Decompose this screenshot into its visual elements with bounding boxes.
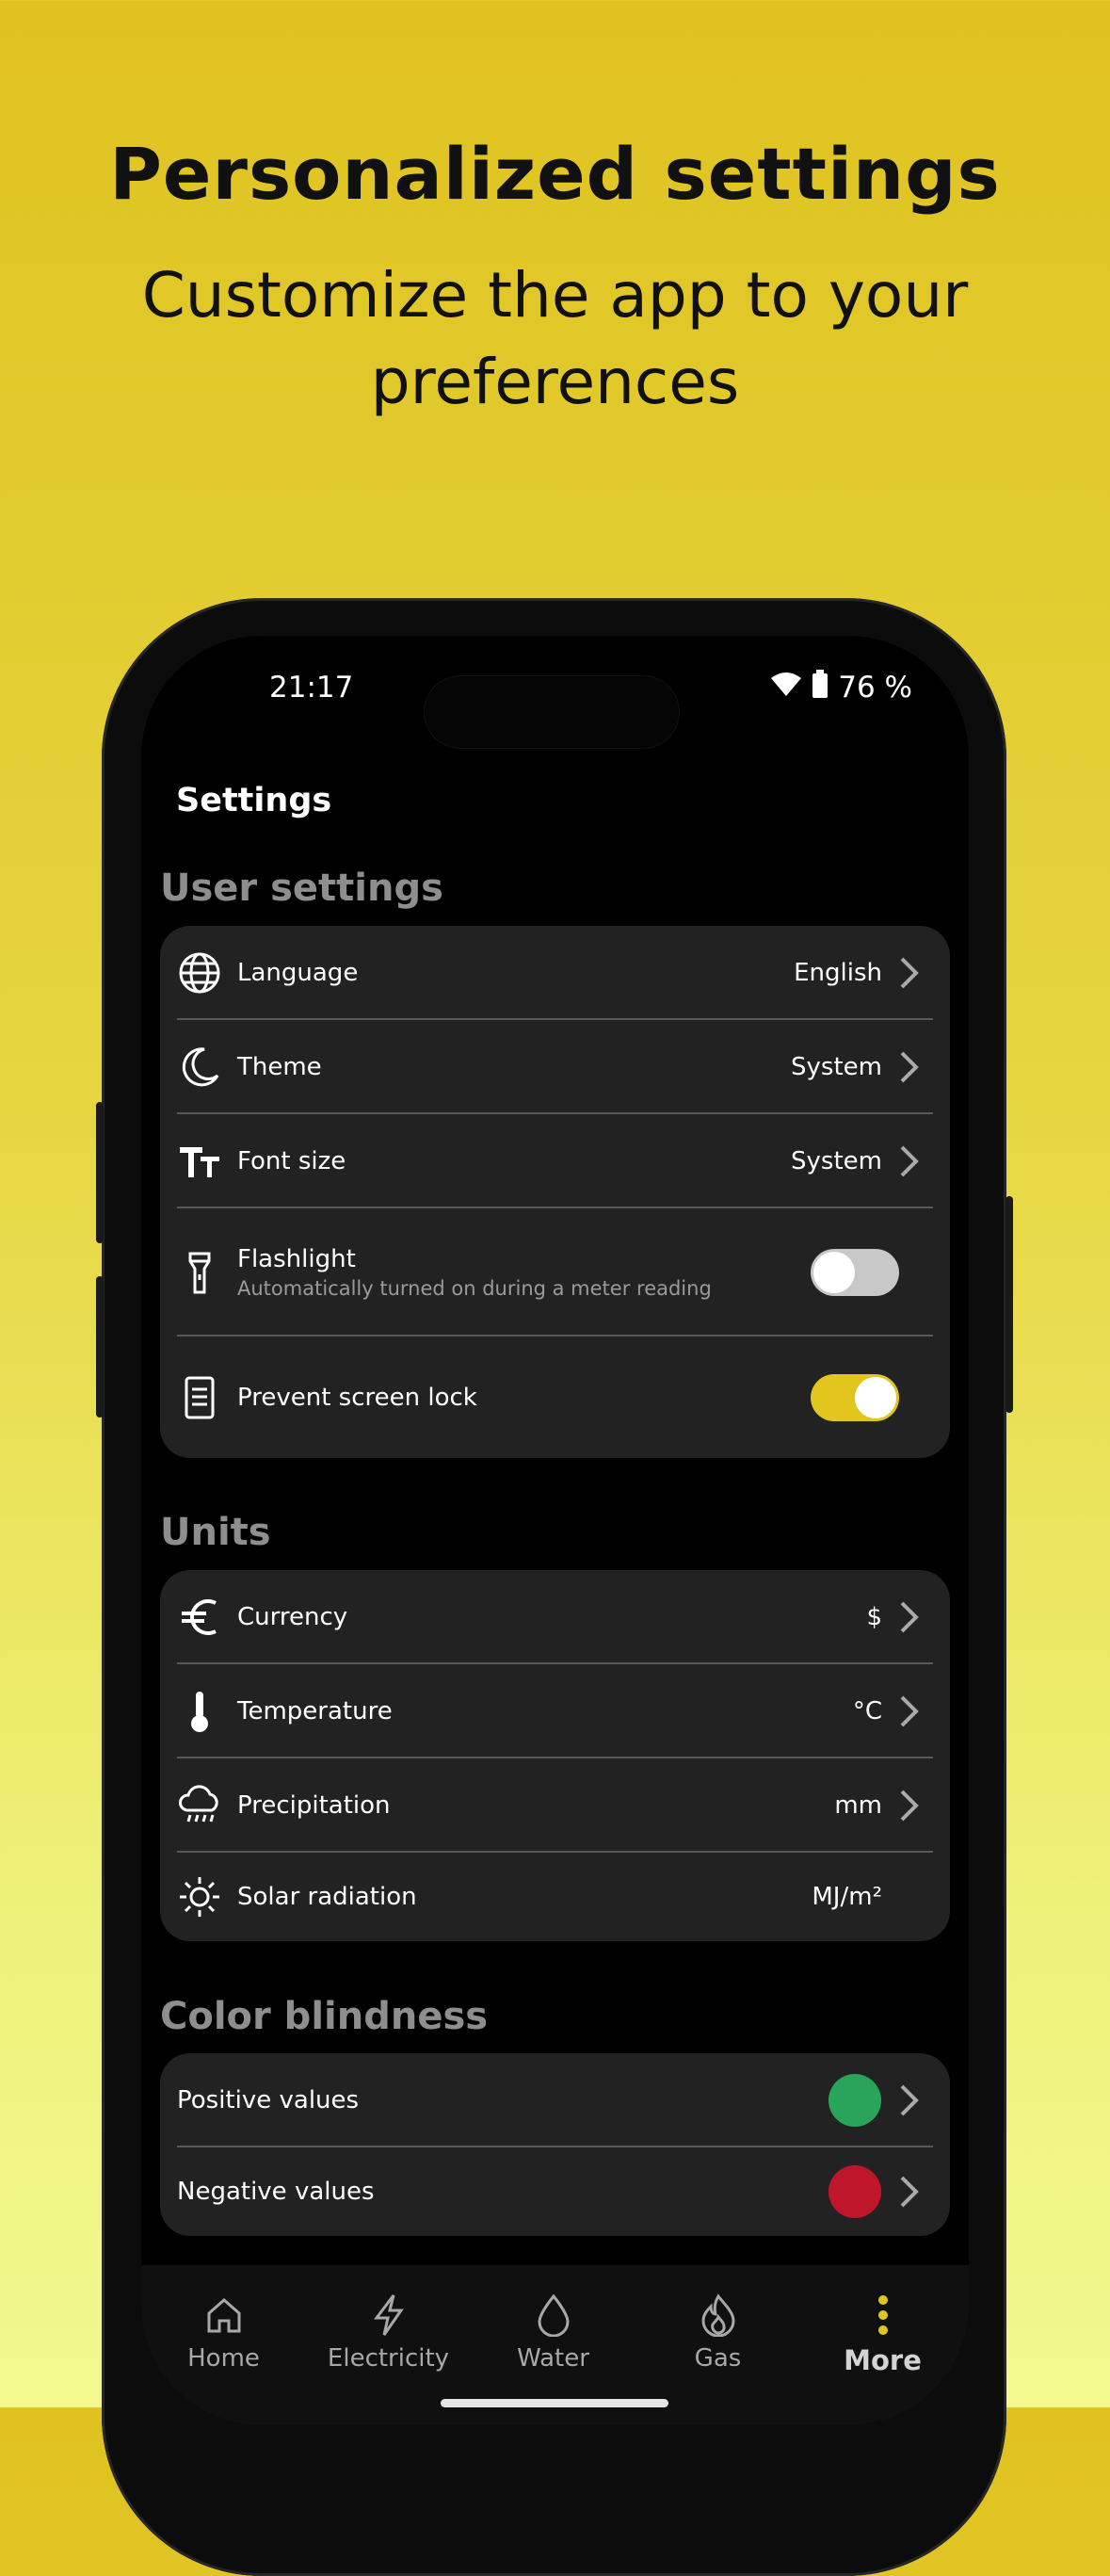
theme-value: System (791, 1053, 882, 1081)
precipitation-label: Precipitation (237, 1791, 391, 1820)
lightning-icon (306, 2292, 471, 2339)
currency-row[interactable]: Currency $ (160, 1570, 950, 1664)
euro-icon (177, 1595, 222, 1640)
text-size-icon (177, 1139, 222, 1184)
tab-gas-label: Gas (694, 2344, 742, 2373)
toggle-knob (813, 1252, 855, 1293)
precipitation-row[interactable]: Precipitation mm (160, 1758, 950, 1853)
home-indicator[interactable] (441, 2399, 668, 2407)
thermometer-icon (177, 1689, 222, 1734)
prevent-screen-lock-row: Prevent screen lock (160, 1337, 950, 1458)
font-size-label: Font size (237, 1147, 346, 1175)
toggle-knob (855, 1376, 896, 1418)
battery-level: 76 % (838, 671, 912, 705)
chevron-right-icon (895, 1598, 924, 1636)
chevron-right-icon (895, 1787, 924, 1824)
section-title-units: Units (160, 1511, 271, 1554)
tab-water[interactable]: Water (471, 2292, 635, 2373)
font-size-row[interactable]: Font size System (160, 1114, 950, 1208)
tab-electricity-label: Electricity (327, 2344, 450, 2373)
positive-values-label: Positive values (177, 2086, 360, 2114)
font-size-value: System (791, 1147, 882, 1175)
positive-color-swatch (828, 2074, 881, 2127)
tab-home-label: Home (187, 2344, 260, 2373)
negative-values-row[interactable]: Negative values (160, 2147, 950, 2236)
section-title-user-settings: User settings (160, 867, 443, 910)
battery-icon (812, 670, 828, 705)
flashlight-icon (177, 1250, 222, 1295)
dynamic-island (424, 675, 680, 749)
user-settings-card: Language English Theme System Font size … (160, 926, 950, 1458)
prevent-screen-lock-label: Prevent screen lock (237, 1383, 477, 1412)
promo-headline: Personalized settings (109, 132, 1001, 216)
tab-electricity[interactable]: Electricity (306, 2292, 471, 2373)
moon-icon (177, 1045, 222, 1090)
chevron-right-icon (895, 1142, 924, 1180)
chevron-right-icon (895, 2082, 924, 2119)
more-vertical-icon (800, 2292, 965, 2339)
solar-radiation-row: Solar radiation MJ/m² (160, 1853, 950, 1941)
phone-side-button (1005, 1196, 1013, 1413)
language-row[interactable]: Language English (160, 926, 950, 1020)
status-icons: 76 % (770, 670, 912, 705)
rain-cloud-icon (177, 1783, 222, 1828)
temperature-label: Temperature (237, 1697, 393, 1725)
precipitation-value: mm (834, 1791, 882, 1820)
temperature-row[interactable]: Temperature °C (160, 1664, 950, 1758)
solar-radiation-value: MJ/m² (812, 1883, 882, 1911)
negative-color-swatch (828, 2165, 881, 2218)
sun-icon (177, 1874, 222, 1920)
prevent-screen-lock-toggle[interactable] (811, 1373, 899, 1421)
language-value: English (794, 959, 882, 987)
flashlight-row: Flashlight Automatically turned on durin… (160, 1208, 950, 1337)
theme-row[interactable]: Theme System (160, 1020, 950, 1114)
tab-home[interactable]: Home (141, 2292, 306, 2373)
chevron-right-icon (895, 954, 924, 992)
flashlight-sublabel: Automatically turned on during a meter r… (237, 1277, 712, 1300)
color-blindness-card: Positive values Negative values (160, 2053, 950, 2236)
flashlight-text: Flashlight Automatically turned on durin… (237, 1245, 712, 1300)
chevron-right-icon (895, 1693, 924, 1730)
currency-label: Currency (237, 1603, 348, 1631)
tab-more[interactable]: More (800, 2292, 965, 2376)
negative-values-label: Negative values (177, 2178, 375, 2206)
status-time: 21:17 (269, 671, 354, 705)
tab-more-label: More (844, 2344, 922, 2376)
phone-screen: 21:17 76 % Settings User settings Langua… (141, 636, 969, 2425)
theme-label: Theme (237, 1053, 322, 1081)
solar-radiation-label: Solar radiation (237, 1883, 417, 1911)
section-title-color-blindness: Color blindness (160, 1995, 489, 2038)
phone-side-button (96, 1102, 104, 1243)
tab-water-label: Water (517, 2344, 589, 2373)
page-title: Settings (176, 782, 332, 819)
language-label: Language (237, 959, 359, 987)
currency-value: $ (866, 1603, 882, 1631)
wifi-icon (770, 671, 802, 705)
water-drop-icon (471, 2292, 635, 2339)
chevron-right-icon (895, 2173, 924, 2211)
tab-gas[interactable]: Gas (635, 2292, 800, 2373)
phone-icon (177, 1375, 222, 1420)
promo-subline: Customize the app to your preferences (141, 259, 969, 418)
flashlight-label: Flashlight (237, 1245, 356, 1273)
positive-values-row[interactable]: Positive values (160, 2053, 950, 2147)
temperature-value: °C (852, 1697, 882, 1725)
globe-icon (177, 950, 222, 996)
units-card: Currency $ Temperature °C Precipitation … (160, 1570, 950, 1941)
phone-side-button (96, 1276, 104, 1418)
home-icon (141, 2292, 306, 2339)
chevron-right-icon (895, 1048, 924, 1086)
flame-icon (635, 2292, 800, 2339)
flashlight-toggle[interactable] (811, 1249, 899, 1296)
